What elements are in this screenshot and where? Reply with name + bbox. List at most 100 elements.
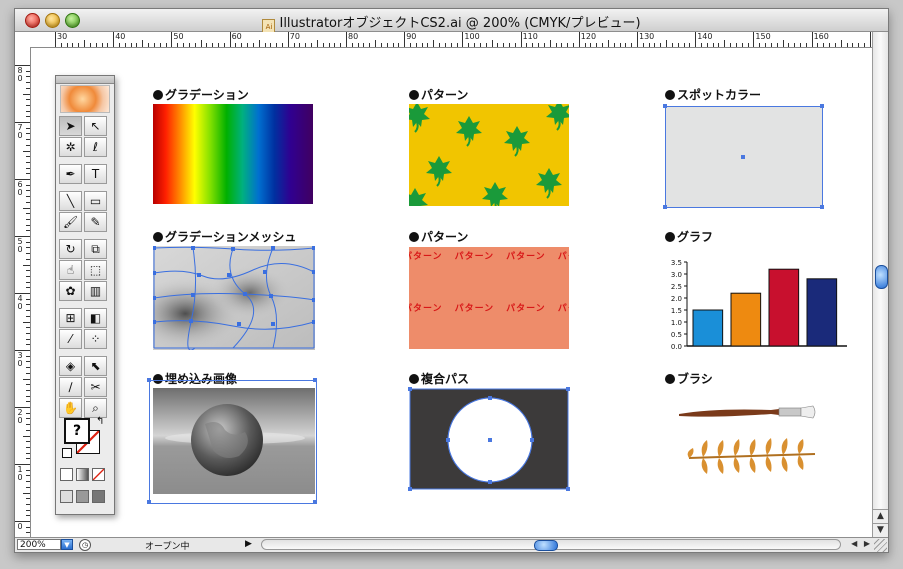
fill-stroke-control[interactable]: ? ↰	[62, 416, 108, 460]
selection-tool[interactable]: ➤	[59, 116, 82, 136]
hand-tool[interactable]: ✋	[59, 398, 82, 418]
tools-palette-header[interactable]	[56, 76, 114, 84]
vertical-ruler[interactable]: 80 70 60 50 40 30 20 10 0	[15, 47, 31, 537]
section-label-gradient: グラデーション	[153, 86, 249, 103]
chart-y-tick-label: 1.0	[671, 319, 682, 327]
direct-selection-tool[interactable]: ↖	[84, 116, 107, 136]
slice-tool[interactable]: ∕	[59, 377, 82, 397]
live-paint-selection-tool[interactable]: ⬉	[84, 356, 107, 376]
resize-grip[interactable]	[874, 539, 887, 552]
blend-tool[interactable]: ⁘	[84, 329, 107, 349]
standard-screen-mode-button[interactable]	[60, 490, 73, 503]
chart-y-tick-label: 0.0	[671, 343, 682, 351]
full-screen-mode-button[interactable]	[92, 490, 105, 503]
ruler-h-label: 40	[115, 32, 126, 41]
vertical-scrollbar[interactable]: ▲ ▼	[872, 32, 888, 537]
horizontal-scroll-thumb[interactable]	[534, 540, 558, 551]
ruler-v-label: 40	[17, 294, 23, 311]
scissors-tool[interactable]: ✂	[84, 377, 107, 397]
rectangle-tool[interactable]: ▭	[84, 191, 107, 211]
tools-palette[interactable]: ➤ ↖ ✲ ℓ ✒ T ╲ ▭ 🖌 ✎ ↻ ⧉ ☝ ⬚ ✿ ▥ ⊞ ◧ ⁄ ⁘ ◈ ⬉ ∕ ✂ ✋ ⌕ ? ↰	[55, 75, 115, 515]
lasso-tool[interactable]: ℓ	[84, 137, 107, 157]
ruler-h-label: 140	[697, 32, 713, 41]
ruler-h-label: 60	[231, 32, 242, 41]
ruler-v-label: 70	[17, 123, 23, 140]
ruler-v-label: 20	[17, 408, 23, 425]
leaf-pattern-swatch[interactable]	[409, 104, 569, 206]
ruler-v-label: 80	[17, 66, 23, 83]
chart-y-tick-label: 2.5	[671, 283, 682, 291]
ruler-h-label: 100	[464, 32, 480, 41]
status-menu-arrow[interactable]: ▶	[245, 539, 252, 549]
line-tool[interactable]: ╲	[59, 191, 82, 211]
zoom-dropdown-arrow[interactable]: ▼	[61, 539, 73, 550]
pen-tool[interactable]: ✒	[59, 164, 82, 184]
compound-path-object[interactable]	[407, 386, 573, 494]
ruler-h-label: 130	[639, 32, 655, 41]
title-bar[interactable]: Ai IllustratorオブジェクトCS2.ai @ 200% (CMYK/プ…	[15, 9, 888, 35]
chart-y-tick-label: 3.0	[671, 271, 682, 279]
ruler-h-label: 80	[348, 32, 359, 41]
screen-mode-buttons	[60, 490, 110, 503]
section-label-spot-color: スポットカラー	[665, 86, 761, 103]
chart-bar	[730, 292, 762, 347]
leaf-art-brush[interactable]	[685, 436, 819, 476]
ruler-origin[interactable]	[15, 32, 32, 48]
vertical-scroll-thumb[interactable]	[875, 265, 888, 289]
ruler-h-label: 50	[173, 32, 184, 41]
horizontal-ruler[interactable]: 30405060708090100110120130140150160170	[31, 32, 887, 48]
status-clock-icon[interactable]: ◷	[79, 539, 91, 551]
chart-bar	[768, 268, 800, 347]
section-label-compound-path: 複合パス	[409, 370, 469, 387]
scroll-up-arrow[interactable]: ▲	[873, 509, 888, 523]
symbol-sprayer-tool[interactable]: ✿	[59, 281, 82, 301]
color-button[interactable]	[60, 468, 73, 481]
ruler-v-label: 60	[17, 180, 23, 197]
full-screen-menu-mode-button[interactable]	[76, 490, 89, 503]
artboard-canvas[interactable]: グラデーション パターン スポットカラー グラデーションメッシュ パターン ター…	[31, 48, 872, 538]
section-label-graph: グラフ	[665, 228, 713, 245]
free-transform-tool[interactable]: ⬚	[84, 260, 107, 280]
gradient-button[interactable]	[76, 468, 89, 481]
ruler-h-label: 30	[57, 32, 68, 41]
scale-tool[interactable]: ⧉	[84, 239, 107, 259]
text-pattern-swatch[interactable]: パターンパターンパターンパターン パターンパターンパターンパターン	[409, 247, 569, 349]
paintbrush-tool[interactable]: 🖌	[59, 212, 82, 232]
pencil-tool[interactable]: ✎	[84, 212, 107, 232]
magic-wand-tool[interactable]: ✲	[59, 137, 82, 157]
none-button[interactable]	[92, 468, 105, 481]
ruler-v-label: 30	[17, 351, 23, 368]
rotate-tool[interactable]: ↻	[59, 239, 82, 259]
ruler-v-label: 50	[17, 237, 23, 254]
fill-swatch[interactable]: ?	[64, 418, 90, 444]
gradient-mesh-object[interactable]	[153, 246, 315, 350]
illustrator-flower-logo[interactable]	[60, 85, 110, 113]
swap-fill-stroke-icon[interactable]: ↰	[96, 416, 104, 427]
horizontal-scroll-arrows[interactable]: ◀ ▶	[851, 539, 872, 548]
scroll-down-arrow[interactable]: ▼	[873, 523, 888, 537]
status-bar: 200% ▼ ◷ オープン中 ▶ ◀ ▶	[15, 537, 888, 552]
gradient-swatch[interactable]	[153, 104, 313, 204]
zoom-level-field[interactable]: 200%	[17, 539, 61, 550]
paintbrush-stroke[interactable]	[675, 400, 825, 424]
ruler-h-label: 150	[755, 32, 771, 41]
gradient-tool[interactable]: ◧	[84, 308, 107, 328]
chart-y-tick-label: 2.0	[671, 295, 682, 303]
warp-tool[interactable]: ☝	[59, 260, 82, 280]
live-paint-bucket-tool[interactable]: ◈	[59, 356, 82, 376]
bar-chart[interactable]: 0.0 0.5 1.0 1.5 2.0 2.5 3.0 3.5	[657, 246, 847, 354]
ruler-h-label: 110	[522, 32, 538, 41]
zoom-tool[interactable]: ⌕	[84, 398, 107, 418]
type-tool[interactable]: T	[84, 164, 107, 184]
chart-bar	[806, 278, 838, 347]
chart-y-tick-label: 3.5	[671, 259, 682, 267]
section-label-pattern: パターン	[409, 86, 468, 103]
default-fill-stroke-icon[interactable]	[62, 448, 72, 458]
mesh-tool[interactable]: ⊞	[59, 308, 82, 328]
ruler-h-label: 120	[580, 32, 597, 41]
graph-tool[interactable]: ▥	[84, 281, 107, 301]
horizontal-scrollbar[interactable]	[261, 539, 841, 551]
chart-y-tick-label: 1.5	[671, 307, 682, 315]
color-mode-buttons	[60, 468, 110, 481]
eyedropper-tool[interactable]: ⁄	[59, 329, 82, 349]
